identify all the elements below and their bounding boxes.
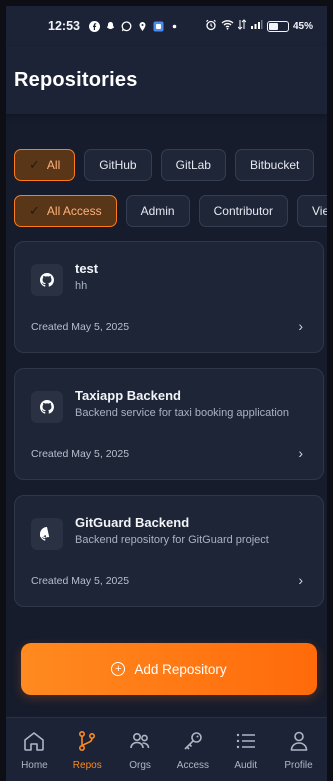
filter-chip-viewer[interactable]: Viewer: [296, 195, 327, 227]
dot-icon: [168, 20, 181, 33]
plus-circle-icon: +: [111, 662, 126, 676]
repo-description: Backend repository for GitGuard project: [75, 534, 269, 546]
repo-created-date: Created May 5, 2025: [31, 321, 130, 333]
nav-item-home[interactable]: Home: [8, 718, 61, 781]
chevron-right-icon[interactable]: ›: [298, 572, 303, 588]
battery-percent: 45%: [292, 20, 313, 32]
chevron-right-icon[interactable]: ›: [298, 318, 303, 334]
filter-chip-github[interactable]: GitHub: [84, 149, 152, 181]
person-icon: [286, 728, 312, 754]
filter-chip-admin[interactable]: Admin: [125, 195, 190, 227]
app-bar: Repositories: [6, 46, 327, 114]
status-time: 12:53: [48, 19, 80, 33]
filter-chip-contributor[interactable]: Contributor: [198, 195, 288, 227]
github-icon: [31, 391, 63, 423]
filter-chip-gitlab[interactable]: GitLab: [160, 149, 226, 181]
platform-filter-row: ✓ All GitHub GitLab Bitbucket: [14, 149, 315, 181]
filter-chip-all[interactable]: ✓ All: [14, 149, 76, 181]
app-frame: 12:53 45% Repositories ✓ All GitHub GitL…: [0, 0, 333, 781]
repo-card[interactable]: Taxiapp Backend Backend service for taxi…: [14, 368, 324, 480]
list-icon: [233, 728, 259, 754]
data-icon: [237, 19, 247, 33]
repo-name: test: [75, 261, 99, 276]
nav-item-orgs[interactable]: Orgs: [114, 718, 167, 781]
key-icon: [180, 728, 206, 754]
github-icon: [31, 518, 63, 550]
repo-created-date: Created May 5, 2025: [31, 448, 130, 460]
battery-icon: [266, 20, 289, 32]
bottom-nav: Home Repos Orgs Access Audit Profile: [6, 717, 327, 781]
repo-name: Taxiapp Backend: [75, 388, 181, 403]
page-title: Repositories: [14, 68, 138, 91]
repo-description: Backend service for taxi booking applica…: [75, 407, 290, 419]
check-icon: ✓: [29, 157, 40, 172]
filter-chip-all-access[interactable]: ✓ All Access: [14, 195, 117, 227]
repo-created-date: Created May 5, 2025: [31, 575, 130, 587]
repo-name: GitGuard Backend: [75, 515, 190, 530]
wifi-icon: [221, 19, 234, 33]
github-icon: [31, 264, 63, 296]
nav-item-repos[interactable]: Repos: [61, 718, 114, 781]
users-icon: [127, 728, 153, 754]
signal-icon: [250, 19, 263, 33]
home-icon: [21, 728, 47, 754]
app-icon: [152, 20, 165, 33]
filter-chip-bitbucket[interactable]: Bitbucket: [234, 149, 315, 181]
branch-icon: [74, 728, 100, 754]
alarm-icon: [205, 19, 217, 34]
nav-item-profile[interactable]: Profile: [272, 718, 325, 781]
chevron-right-icon[interactable]: ›: [298, 445, 303, 461]
location-icon: [136, 20, 149, 33]
snapchat-icon: [104, 20, 117, 33]
repo-description: hh: [75, 280, 88, 292]
nav-item-access[interactable]: Access: [166, 718, 219, 781]
status-bar: 12:53 45%: [6, 6, 327, 46]
repo-card[interactable]: GitGuard Backend Backend repository for …: [14, 495, 324, 607]
facebook-icon: [88, 20, 101, 33]
check-icon: ✓: [29, 203, 40, 218]
whatsapp-icon: [120, 20, 133, 33]
nav-item-audit[interactable]: Audit: [219, 718, 272, 781]
access-filter-row: ✓ All Access Admin Contributor Viewer: [14, 195, 327, 227]
repo-card[interactable]: test hh Created May 5, 2025 ›: [14, 241, 324, 353]
add-repository-button[interactable]: + Add Repository: [21, 643, 317, 695]
